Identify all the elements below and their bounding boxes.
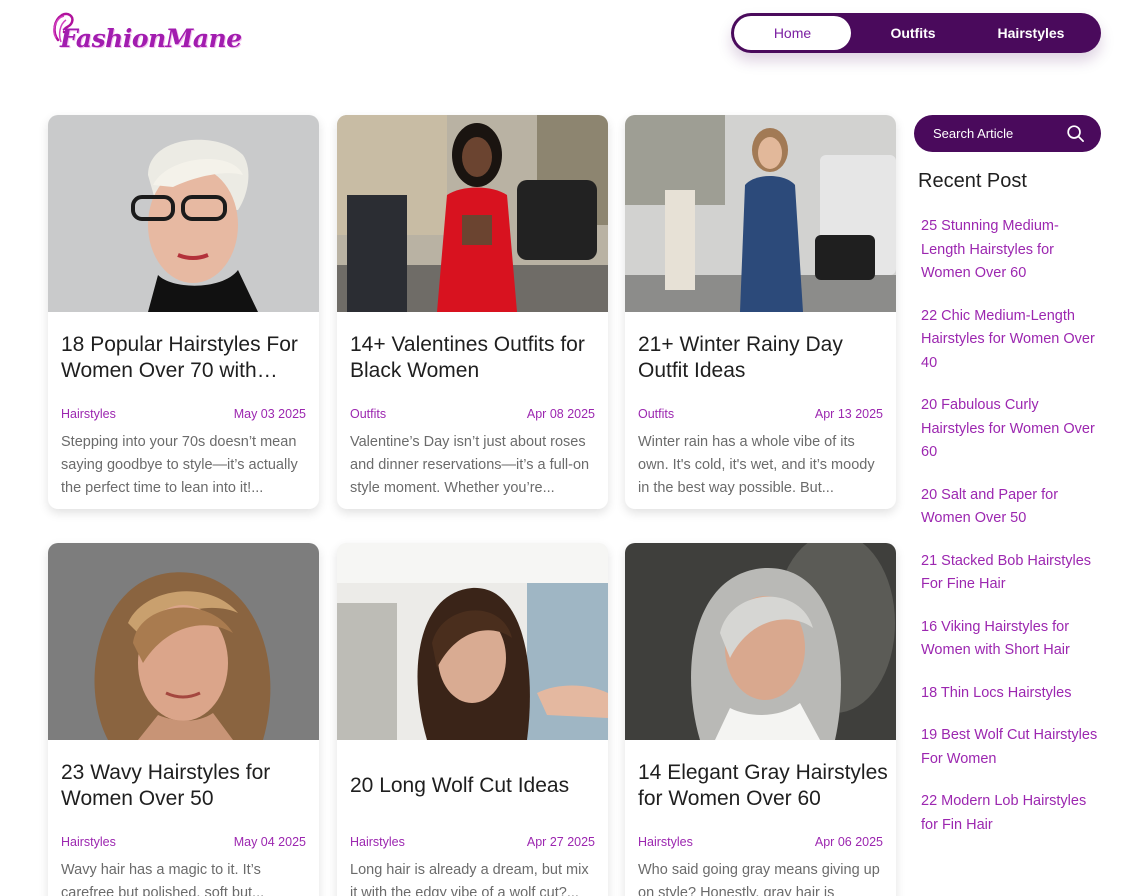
recent-post-link[interactable]: 19 Best Wolf Cut Hairstyles For Women (921, 724, 1101, 771)
recent-post-link[interactable]: 22 Modern Lob Hairstyles for Fin Hair (921, 790, 1101, 837)
article-date: Apr 06 2025 (814, 835, 883, 849)
article-excerpt: Winter rain has a whole vibe of its own.… (638, 434, 875, 496)
logo-text: FashionMane (60, 24, 242, 53)
article-card[interactable]: 18 Popular Hairstyles For Women Over 70 … (48, 115, 319, 509)
nav-outfits[interactable]: Outfits (865, 16, 961, 50)
article-date: May 04 2025 (233, 835, 306, 849)
article-excerpt: Stepping into your 70s doesn’t mean sayi… (61, 434, 298, 496)
article-date: May 03 2025 (233, 407, 306, 421)
article-image[interactable] (625, 543, 896, 740)
recent-post-link[interactable]: 21 Stacked Bob Hairstyles For Fine Hair (921, 550, 1101, 597)
article-category[interactable]: Outfits (350, 407, 386, 421)
article-image[interactable] (48, 543, 319, 740)
recent-post-link[interactable]: 16 Viking Hairstyles for Women with Shor… (921, 616, 1101, 663)
article-category[interactable]: Hairstyles (638, 835, 693, 849)
article-image[interactable] (337, 543, 608, 740)
recent-post-link[interactable]: 22 Chic Medium-Length Hairstyles for Wom… (921, 305, 1101, 376)
article-category[interactable]: Outfits (638, 407, 674, 421)
article-card[interactable]: 21+ Winter Rainy Day Outfit Ideas Outfit… (625, 115, 896, 509)
article-title[interactable]: 18 Popular Hairstyles For Women Over 70 … (61, 332, 311, 384)
article-excerpt: Valentine’s Day isn’t just about roses a… (350, 434, 590, 496)
article-date: Apr 08 2025 (526, 407, 595, 421)
article-card[interactable]: 20 Long Wolf Cut Ideas Hairstyles Apr 27… (337, 543, 608, 896)
nav-hairstyles[interactable]: Hairstyles (971, 16, 1091, 50)
article-title[interactable]: 23 Wavy Hairstyles for Women Over 50 (61, 760, 311, 812)
recent-post-heading: Recent Post (918, 170, 1027, 192)
article-category[interactable]: Hairstyles (350, 835, 405, 849)
article-date: Apr 27 2025 (526, 835, 595, 849)
article-card[interactable]: 14 Elegant Gray Hairstyles for Women Ove… (625, 543, 896, 896)
article-card[interactable]: 14+ Valentines Outfits for Black Women O… (337, 115, 608, 509)
site-logo[interactable]: FashionMane (48, 8, 248, 58)
article-card[interactable]: 23 Wavy Hairstyles for Women Over 50 Hai… (48, 543, 319, 896)
article-title[interactable]: 20 Long Wolf Cut Ideas (350, 760, 600, 812)
recent-post-link[interactable]: 25 Stunning Medium-Length Hairstyles for… (921, 215, 1101, 286)
page: FashionMane Home Outfits Hairstyles 18 P… (0, 0, 1148, 896)
article-date: Apr 13 2025 (814, 407, 883, 421)
recent-post-list: 25 Stunning Medium-Length Hairstyles for… (921, 215, 1101, 856)
article-excerpt: Long hair is already a dream, but mix it… (350, 862, 589, 896)
search-bar (914, 115, 1101, 152)
article-excerpt: Wavy hair has a magic to it. It’s carefr… (61, 862, 265, 896)
article-title[interactable]: 21+ Winter Rainy Day Outfit Ideas (638, 332, 888, 384)
article-category[interactable]: Hairstyles (61, 407, 116, 421)
article-title[interactable]: 14+ Valentines Outfits for Black Women (350, 332, 600, 384)
nav-home[interactable]: Home (734, 16, 851, 50)
main-nav: Home Outfits Hairstyles (731, 13, 1101, 53)
recent-post-link[interactable]: 20 Fabulous Curly Hairstyles for Women O… (921, 394, 1101, 465)
recent-post-link[interactable]: 20 Salt and Paper for Women Over 50 (921, 484, 1101, 531)
article-image[interactable] (48, 115, 319, 312)
search-input[interactable] (933, 126, 1063, 141)
recent-post-link[interactable]: 18 Thin Locs Hairstyles (921, 682, 1101, 706)
article-title[interactable]: 14 Elegant Gray Hairstyles for Women Ove… (638, 760, 888, 812)
article-excerpt: Who said going gray means giving up on s… (638, 862, 880, 896)
article-image[interactable] (625, 115, 896, 312)
search-icon[interactable] (1066, 124, 1085, 143)
article-image[interactable] (337, 115, 608, 312)
article-category[interactable]: Hairstyles (61, 835, 116, 849)
